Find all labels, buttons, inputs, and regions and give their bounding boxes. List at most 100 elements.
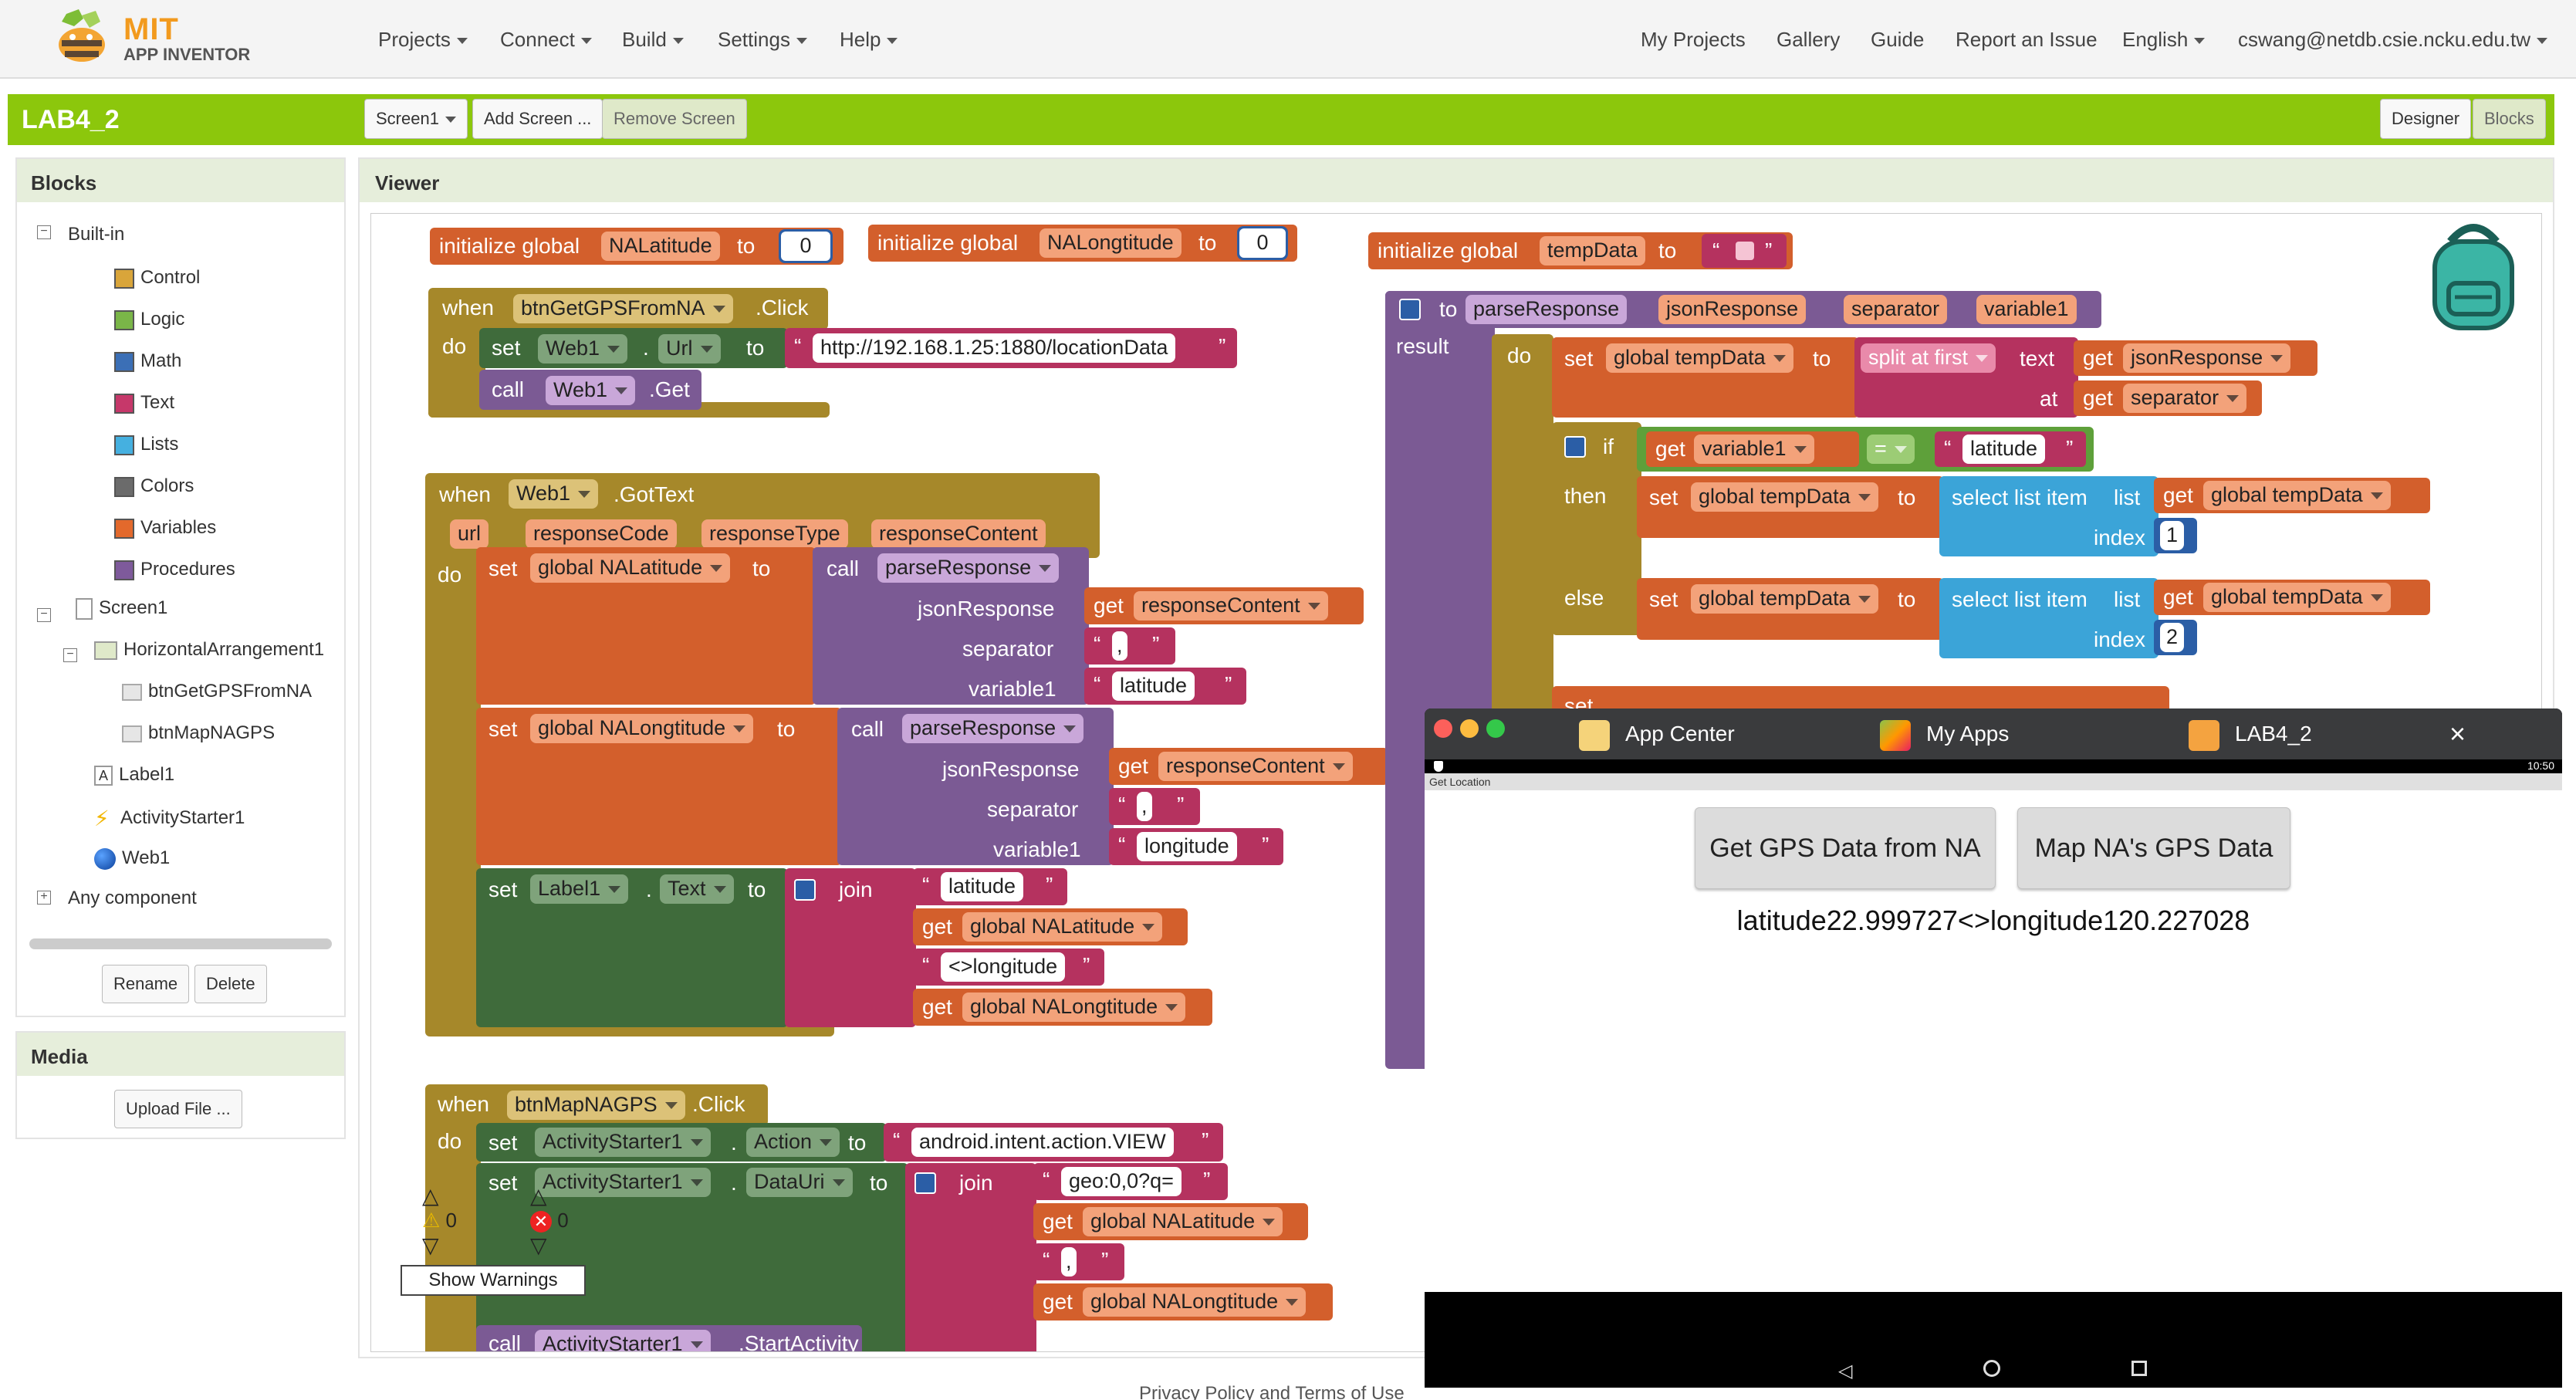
number-field[interactable]: 0 xyxy=(781,232,830,261)
minimize-window-icon[interactable] xyxy=(1460,719,1479,738)
get-global-latitude-block-2[interactable]: get global NALatitude xyxy=(1033,1203,1308,1240)
get-global-longitude-block[interactable]: get global NALongtitude xyxy=(913,989,1212,1026)
action-text-block[interactable]: “android.intent.action.VIEW” xyxy=(884,1123,1223,1162)
chevron-up-icon[interactable]: △ xyxy=(422,1183,457,1209)
number-field[interactable]: 1 xyxy=(2160,521,2185,550)
set-web1-url-block[interactable]: set Web1 . Url to xyxy=(479,328,788,368)
property-dropdown[interactable]: Text xyxy=(660,874,734,904)
text-field[interactable]: <>longitude xyxy=(941,952,1066,982)
procedure-name-field[interactable]: parseResponse xyxy=(1465,295,1628,324)
tree-web1[interactable]: Web1 xyxy=(94,847,170,870)
expand-icon[interactable]: + xyxy=(37,891,51,905)
tree-horizontal-arrangement[interactable]: HorizontalArrangement1 xyxy=(94,639,324,661)
block-category-variables[interactable]: Variables xyxy=(114,517,216,539)
geo-text-block[interactable]: “geo:0,0?q=” xyxy=(1033,1163,1228,1200)
chevron-down-icon[interactable]: ▽ xyxy=(422,1233,457,1258)
text-field[interactable]: longitude xyxy=(1137,832,1237,861)
variable-name-field[interactable]: NALongtitude xyxy=(1040,228,1182,258)
text-field[interactable]: http://192.168.1.25:1880/locationData xyxy=(813,333,1176,363)
delete-button[interactable]: Delete xyxy=(194,965,267,1003)
variable-dropdown[interactable]: global tempData xyxy=(1691,482,1878,512)
menu-projects[interactable]: Projects xyxy=(378,28,468,52)
text-field[interactable]: latitude xyxy=(1112,671,1195,701)
close-window-icon[interactable] xyxy=(1434,719,1452,738)
param-responsecontent[interactable]: responseContent xyxy=(871,519,1046,549)
block-category-colors[interactable]: Colors xyxy=(114,475,194,497)
join-block[interactable]: join xyxy=(785,868,916,1027)
comma-text-block-2[interactable]: “,” xyxy=(1109,788,1200,825)
text-field[interactable]: , xyxy=(1137,792,1152,821)
set-label1-text-block[interactable]: set Label1 . Text to xyxy=(476,868,788,1027)
property-dropdown[interactable]: DataUri xyxy=(746,1168,853,1197)
blocks-button[interactable]: Blocks xyxy=(2473,99,2546,139)
url-text-block[interactable]: “ http://192.168.1.25:1880/locationData … xyxy=(785,328,1237,368)
get-responsecontent-block-2[interactable]: get responseContent xyxy=(1109,748,1388,785)
property-dropdown[interactable]: Url xyxy=(658,334,721,364)
get-responsecontent-block[interactable]: get responseContent xyxy=(1084,587,1364,624)
component-dropdown[interactable]: Web1 xyxy=(538,334,628,364)
if-else-block[interactable]: if then else xyxy=(1552,422,1641,635)
block-category-procedures[interactable]: Procedures xyxy=(114,559,235,580)
upload-file-button[interactable]: Upload File ... xyxy=(114,1090,242,1128)
gear-icon[interactable] xyxy=(794,879,816,901)
variable-dropdown[interactable]: global tempData xyxy=(1606,343,1793,373)
init-global-latitude-block[interactable]: initialize global NALatitude to 0 xyxy=(430,228,843,265)
param-separator[interactable]: separator xyxy=(1844,295,1948,324)
collapse-icon[interactable]: − xyxy=(37,608,51,622)
errors-indicator[interactable]: △ ✕ 0 ▽ xyxy=(530,1183,569,1258)
text-field[interactable]: android.intent.action.VIEW xyxy=(911,1128,1174,1157)
variable-dropdown[interactable]: responseContent xyxy=(1158,752,1353,781)
text-field[interactable]: , xyxy=(1112,631,1127,661)
set-tempdata-split-block[interactable]: set global tempData to xyxy=(1552,337,1859,418)
show-warnings-button[interactable]: Show Warnings xyxy=(401,1265,586,1296)
set-tempdata-then-block[interactable]: set global tempData to xyxy=(1637,476,1944,538)
tree-btn-get-gps[interactable]: btnGetGPSFromNA xyxy=(122,681,312,702)
get-tempdata-block-2[interactable]: get global tempData xyxy=(2154,580,2430,615)
home-icon[interactable] xyxy=(1983,1360,2000,1377)
menu-connect[interactable]: Connect xyxy=(500,28,592,52)
variable-dropdown[interactable]: variable1 xyxy=(1694,435,1814,464)
split-dropdown[interactable]: split at first xyxy=(1861,343,1996,373)
variable-dropdown[interactable]: global NALongtitude xyxy=(1083,1287,1307,1317)
component-dropdown[interactable]: Web1 xyxy=(546,376,636,405)
get-global-latitude-block[interactable]: get global NALatitude xyxy=(913,908,1188,945)
variable-dropdown[interactable]: global NALatitude xyxy=(962,912,1163,942)
add-screen-button[interactable]: Add Screen ... xyxy=(472,99,603,139)
latitude-text-block[interactable]: “latitude” xyxy=(1084,668,1246,705)
privacy-link[interactable]: Privacy Policy and Terms of Use xyxy=(1139,1383,1405,1400)
backpack-icon[interactable] xyxy=(2419,218,2527,334)
separator-text-block[interactable]: “<>longitude” xyxy=(913,949,1104,986)
variable-dropdown[interactable]: global NALatitude xyxy=(1083,1207,1283,1236)
variable-dropdown[interactable]: separator xyxy=(2123,384,2247,413)
compare-block[interactable]: get variable1 = “latitude” xyxy=(1637,427,2094,472)
call-parse-response-block-2[interactable]: call parseResponse jsonResponse separato… xyxy=(837,708,1114,865)
variable-dropdown[interactable]: global tempData xyxy=(2203,481,2391,510)
variable-dropdown[interactable]: global NALongtitude xyxy=(962,993,1186,1022)
split-at-first-block[interactable]: split at first text at xyxy=(1854,337,2078,418)
comma-text-block-3[interactable]: “,” xyxy=(1033,1243,1124,1280)
event-btn-gps-click[interactable]: when btnGetGPSFromNA .Click xyxy=(428,288,828,330)
procedure-header[interactable]: to parseResponse jsonResponse separator … xyxy=(1385,291,2101,328)
join-block-2[interactable]: join xyxy=(905,1163,1036,1351)
text-field[interactable]: , xyxy=(1061,1247,1077,1277)
chevron-up-icon[interactable]: △ xyxy=(530,1183,569,1209)
maximize-window-icon[interactable] xyxy=(1486,719,1505,738)
remove-screen-button[interactable]: Remove Screen xyxy=(602,99,747,139)
operator-dropdown[interactable]: = xyxy=(1867,435,1915,464)
event-web1-gottext[interactable]: when Web1 .GotText url responseCode resp… xyxy=(425,473,1100,558)
get-separator-block[interactable]: get separator xyxy=(2074,380,2262,416)
collapse-icon[interactable]: − xyxy=(63,648,77,662)
call-web1-get-block[interactable]: call Web1 .Get xyxy=(479,370,701,410)
longitude-text-block[interactable]: “longitude” xyxy=(1109,828,1283,865)
tab-app-center[interactable]: App Center xyxy=(1579,708,1735,759)
link-guide[interactable]: Guide xyxy=(1871,28,1924,52)
tree-builtin[interactable]: Built-in xyxy=(68,224,124,245)
call-parse-response-block[interactable]: call parseResponse jsonResponse separato… xyxy=(813,547,1089,705)
tree-label1[interactable]: A Label1 xyxy=(94,764,174,786)
param-responsecode[interactable]: responseCode xyxy=(526,519,677,549)
get-gps-data-button[interactable]: Get GPS Data from NA xyxy=(1695,807,1996,889)
latitude-text-block-2[interactable]: “latitude” xyxy=(913,868,1067,905)
chevron-down-icon[interactable]: ▽ xyxy=(530,1233,569,1258)
param-responsetype[interactable]: responseType xyxy=(701,519,848,549)
procedure-dropdown[interactable]: parseResponse xyxy=(877,553,1060,583)
